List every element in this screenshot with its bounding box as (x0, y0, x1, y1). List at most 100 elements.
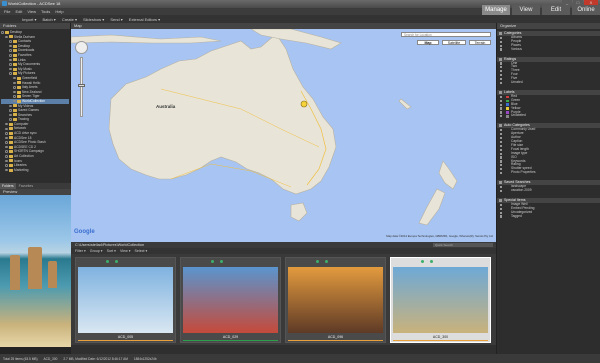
checkbox[interactable] (500, 48, 503, 51)
visibility-icon[interactable] (13, 81, 16, 85)
visibility-icon[interactable] (5, 127, 8, 131)
visibility-icon[interactable] (9, 54, 12, 57)
visibility-icon[interactable] (9, 118, 12, 121)
quick-search-input[interactable]: Quick Search (433, 243, 493, 247)
slideshow-button[interactable]: Slideshow ▾ (83, 17, 104, 22)
visibility-icon[interactable] (13, 86, 16, 89)
checkbox[interactable] (500, 107, 503, 110)
view-menu[interactable]: View ▾ (120, 249, 131, 253)
visibility-icon[interactable] (9, 49, 12, 52)
thumbnail-item[interactable]: ACD_005 (75, 257, 176, 343)
visibility-icon[interactable] (9, 113, 12, 117)
organize-item[interactable]: Unlabeled (497, 114, 600, 118)
checkbox[interactable] (500, 203, 503, 206)
checkbox[interactable] (500, 36, 503, 39)
map-zoom-thumb[interactable] (78, 84, 85, 87)
tab-edit[interactable]: Edit (542, 5, 570, 15)
visibility-icon[interactable] (13, 90, 16, 94)
visibility-icon[interactable] (5, 159, 8, 163)
checkbox[interactable] (500, 185, 503, 189)
menu-tools[interactable]: Tools (41, 9, 50, 14)
visibility-icon[interactable] (13, 95, 16, 98)
tab-view[interactable]: View (512, 5, 540, 15)
checkbox[interactable] (500, 70, 503, 73)
map-type-map-button[interactable]: Map (417, 40, 439, 45)
visibility-icon[interactable] (5, 164, 8, 167)
visibility-icon[interactable] (5, 145, 8, 149)
checkbox[interactable] (500, 103, 503, 106)
map-type-terrain-button[interactable]: Terrain (469, 40, 491, 45)
checkbox[interactable] (500, 95, 503, 98)
sort-menu[interactable]: Sort ▾ (107, 249, 116, 253)
checkbox[interactable] (500, 168, 503, 171)
organize-item[interactable]: Tagged (497, 214, 600, 219)
visibility-icon[interactable] (5, 35, 8, 39)
checkbox[interactable] (500, 99, 503, 102)
organize-item[interactable]: vacation 2009 (497, 188, 600, 193)
filter-menu[interactable]: Filter ▾ (75, 249, 86, 253)
map-type-satellite-button[interactable]: Satellite (442, 40, 466, 45)
checkbox[interactable] (500, 171, 503, 175)
map-pan-control[interactable] (75, 41, 88, 54)
checkbox[interactable] (500, 140, 503, 144)
visibility-icon[interactable] (9, 109, 12, 112)
checkbox[interactable] (500, 144, 503, 147)
menu-help[interactable]: Help (55, 9, 63, 14)
path-text[interactable]: C:\Users\stellad\Pictures\WorldCollectio… (75, 243, 144, 247)
visibility-icon[interactable] (13, 76, 16, 80)
import-button[interactable]: Import ▾ (22, 17, 36, 22)
checkbox[interactable] (500, 189, 503, 193)
visibility-icon[interactable] (5, 132, 8, 135)
checkbox[interactable] (500, 148, 503, 151)
organize-item[interactable]: Unrated (497, 80, 600, 85)
checkbox[interactable] (500, 111, 503, 114)
checkbox[interactable] (500, 207, 503, 210)
group-menu[interactable]: Group ▾ (90, 249, 103, 253)
checkbox[interactable] (500, 66, 503, 69)
tab-online[interactable]: Online (572, 5, 600, 15)
organize-item[interactable]: Photo Properties (497, 170, 600, 175)
checkbox[interactable] (500, 44, 503, 47)
checkbox[interactable] (500, 160, 503, 163)
visibility-icon[interactable] (9, 63, 12, 66)
visibility-icon[interactable] (9, 67, 12, 71)
select-menu[interactable]: Select ▾ (135, 249, 148, 253)
thumbnail-item[interactable]: ACD_300 (390, 257, 491, 343)
visibility-icon[interactable] (9, 72, 12, 75)
menu-edit[interactable]: Edit (15, 9, 22, 14)
checkbox[interactable] (500, 74, 503, 77)
checkbox[interactable] (500, 40, 503, 43)
visibility-icon[interactable] (5, 168, 8, 172)
checkbox[interactable] (500, 211, 503, 214)
checkbox[interactable] (500, 77, 503, 81)
map-view[interactable]: Australia Search for Location Map Satell… (71, 29, 496, 242)
map-zoom-slider[interactable] (80, 57, 83, 117)
checkbox[interactable] (500, 136, 503, 140)
thumbnail-item[interactable]: ACD_029 (180, 257, 281, 343)
checkbox[interactable] (500, 152, 503, 155)
menu-file[interactable]: File (4, 9, 10, 14)
organize-item[interactable]: Various (497, 47, 600, 52)
tab-manage[interactable]: Manage (482, 5, 510, 15)
checkbox[interactable] (500, 215, 503, 218)
visibility-icon[interactable] (5, 136, 8, 140)
visibility-icon[interactable] (5, 141, 8, 144)
menu-view[interactable]: View (27, 9, 36, 14)
thumbnail-item[interactable]: ACD_096 (285, 257, 386, 343)
map-search-input[interactable]: Search for Location (401, 32, 491, 37)
external-editors-button[interactable]: External Editors ▾ (129, 17, 160, 22)
checkbox[interactable] (500, 115, 503, 118)
visibility-icon[interactable] (9, 104, 12, 108)
create-button[interactable]: Create ▾ (62, 17, 77, 22)
visibility-icon[interactable] (5, 122, 8, 126)
visibility-icon[interactable] (1, 31, 4, 34)
checkbox[interactable] (500, 62, 503, 65)
checkbox[interactable] (500, 81, 503, 85)
visibility-icon[interactable] (9, 44, 12, 48)
visibility-icon[interactable] (5, 155, 8, 158)
send-button[interactable]: Send ▾ (110, 17, 122, 22)
checkbox[interactable] (500, 133, 503, 136)
checkbox[interactable] (500, 129, 503, 132)
folder-item[interactable]: Marketing (1, 168, 69, 173)
checkbox[interactable] (500, 156, 503, 159)
